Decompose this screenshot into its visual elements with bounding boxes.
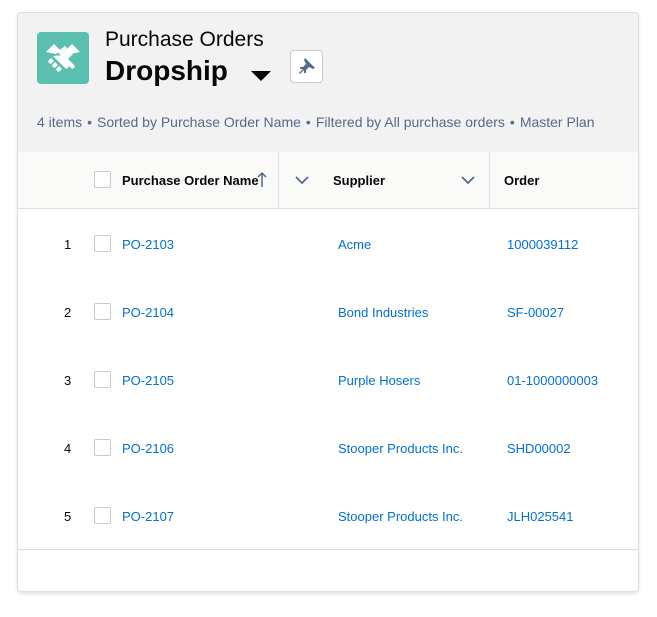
- handshake-icon: [46, 44, 80, 72]
- row-checkbox[interactable]: [94, 439, 111, 456]
- object-label: Purchase Orders: [105, 28, 264, 51]
- row-number: 3: [64, 373, 72, 388]
- meta-separator: •: [87, 114, 93, 130]
- sort-arrow-up-icon[interactable]: [256, 171, 268, 189]
- chevron-down-icon[interactable]: [460, 174, 476, 186]
- pin-list-view-button[interactable]: [290, 50, 323, 83]
- meta-separator: •: [509, 114, 515, 130]
- column-header-order[interactable]: Order: [504, 173, 539, 188]
- list-view-title[interactable]: Dropship: [105, 55, 228, 87]
- purchase-order-link[interactable]: PO-2106: [122, 441, 174, 456]
- filter-summary: Filtered by All purchase orders: [315, 114, 505, 130]
- order-link[interactable]: 1000039112: [507, 237, 578, 252]
- list-view-header: Purchase Orders Dropship 4 items • Sorted …: [18, 13, 638, 153]
- row-checkbox[interactable]: [94, 371, 111, 388]
- item-count: 4 items: [37, 114, 83, 130]
- column-divider: [278, 152, 279, 208]
- supplier-link[interactable]: Purple Hosers: [338, 373, 420, 388]
- supplier-link[interactable]: Stooper Products Inc.: [338, 509, 463, 524]
- purchase-order-object-icon: [37, 32, 89, 84]
- table-row: 5 PO-2107 Stooper Products Inc. JLH02554…: [18, 481, 638, 550]
- purchase-order-link[interactable]: PO-2105: [122, 373, 174, 388]
- meta-separator: •: [305, 114, 311, 130]
- row-number: 1: [64, 237, 72, 252]
- table-header: Purchase Order Name Supplier Order: [18, 152, 638, 209]
- sort-summary: Sorted by Purchase Order Name: [97, 114, 301, 130]
- row-checkbox[interactable]: [94, 507, 111, 524]
- table-row: 4 PO-2106 Stooper Products Inc. SHD00002: [18, 413, 638, 482]
- order-link[interactable]: 01-1000000003: [507, 373, 598, 388]
- supplier-link[interactable]: Acme: [338, 237, 371, 252]
- column-header-supplier[interactable]: Supplier: [333, 173, 385, 188]
- plan-summary: Master Plan: [519, 114, 595, 130]
- column-divider: [489, 152, 490, 208]
- purchase-order-link[interactable]: PO-2107: [122, 509, 174, 524]
- purchase-order-link[interactable]: PO-2103: [122, 237, 174, 252]
- order-link[interactable]: SHD00002: [507, 441, 571, 456]
- purchase-order-link[interactable]: PO-2104: [122, 305, 174, 320]
- list-view-dropdown[interactable]: [249, 67, 273, 87]
- row-number: 4: [64, 441, 72, 456]
- row-number: 5: [64, 509, 72, 524]
- table-row: 3 PO-2105 Purple Hosers 01-1000000003: [18, 345, 638, 414]
- chevron-down-icon[interactable]: [294, 174, 310, 186]
- supplier-link[interactable]: Bond Industries: [338, 305, 428, 320]
- row-number: 2: [64, 305, 72, 320]
- pin-icon: [299, 58, 315, 74]
- order-link[interactable]: SF-00027: [507, 305, 564, 320]
- list-view-card: Purchase Orders Dropship 4 items • Sorted …: [17, 12, 639, 592]
- triangle-down-icon: [251, 71, 271, 81]
- column-header-purchase-order-name[interactable]: Purchase Order Name: [122, 173, 259, 188]
- supplier-link[interactable]: Stooper Products Inc.: [338, 441, 463, 456]
- order-link[interactable]: JLH025541: [507, 509, 574, 524]
- table-row: 1 PO-2103 Acme 1000039112: [18, 209, 638, 278]
- list-view-summary: 4 items • Sorted by Purchase Order Name • Fi…: [37, 114, 595, 130]
- row-checkbox[interactable]: [94, 303, 111, 320]
- table-row: 2 PO-2104 Bond Industries SF-00027: [18, 277, 638, 346]
- row-checkbox[interactable]: [94, 235, 111, 252]
- select-all-checkbox[interactable]: [94, 171, 111, 188]
